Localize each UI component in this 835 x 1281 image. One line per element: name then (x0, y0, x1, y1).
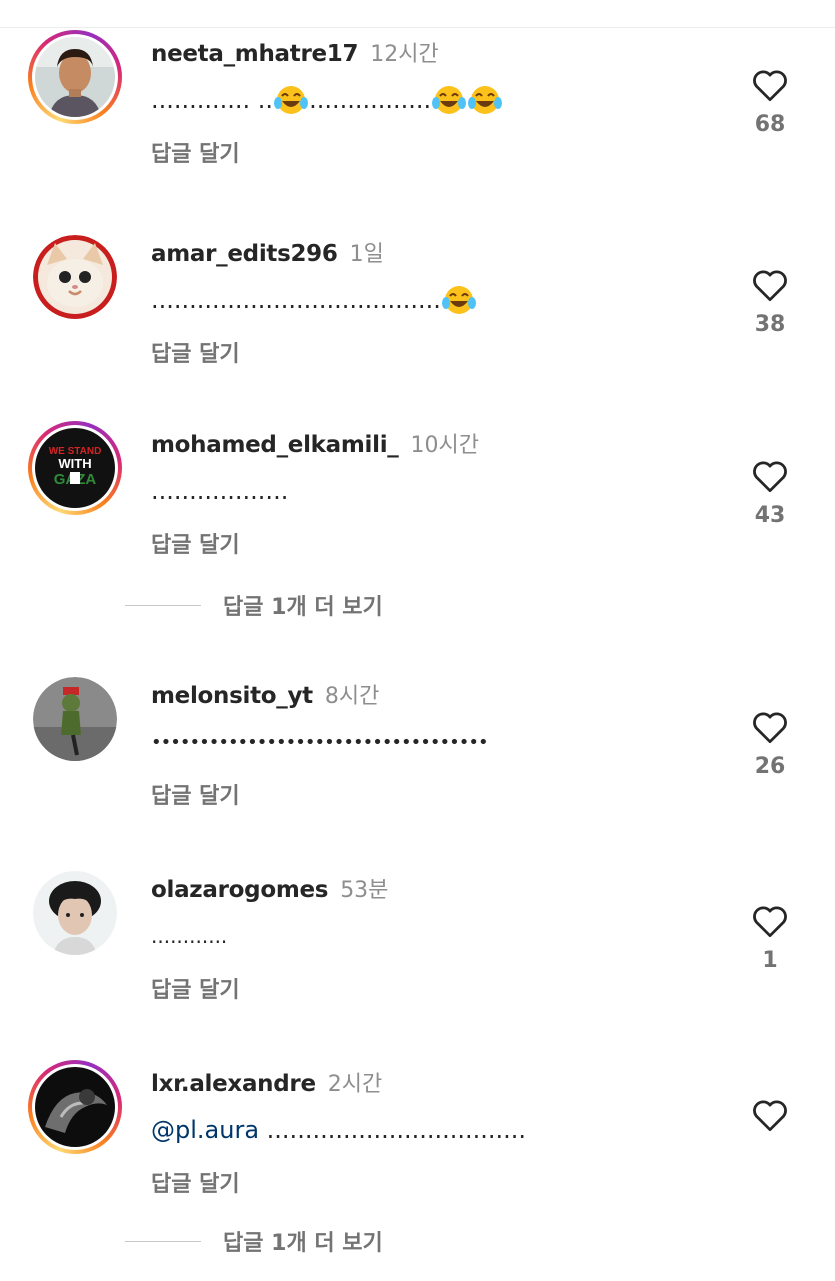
comment-text: ............. .. ................ (151, 82, 503, 118)
timestamp: 1일 (349, 242, 384, 267)
avatar-story-ring[interactable] (28, 1060, 122, 1154)
username[interactable]: neeta_mhatre17 (151, 41, 359, 67)
avatar (35, 37, 115, 117)
view-more-replies-label[interactable]: 답글 1개 더 보기 (223, 1225, 383, 1257)
avatar-wrap[interactable] (28, 230, 122, 324)
heart-outline-icon[interactable] (751, 68, 789, 102)
username[interactable]: olazarogomes (151, 877, 328, 903)
comment-text-segment: ................ (309, 86, 432, 114)
reply-button[interactable]: 답글 달기 (151, 972, 240, 1004)
reply-button[interactable]: 답글 달기 (151, 778, 240, 810)
view-more-replies[interactable]: 답글 1개 더 보기 (0, 585, 835, 625)
comment-text: ............ (151, 918, 227, 954)
comment-item: olazarogomes 53분 ............ 답글 달기 1 (0, 866, 835, 1046)
timestamp: 12시간 (370, 42, 439, 67)
heart-outline-icon[interactable] (751, 710, 789, 744)
heart-outline-icon[interactable] (751, 268, 789, 302)
heart-outline-icon[interactable] (751, 904, 789, 938)
heart-outline-icon[interactable] (751, 1098, 789, 1132)
divider-line (125, 605, 201, 606)
avatar (35, 1067, 115, 1147)
like-count: 68 (754, 112, 786, 137)
comment-item: WE STAND WITH GAZA mohamed_elkamili_ 10시간… (0, 421, 835, 601)
avatar-wrap[interactable] (28, 672, 122, 766)
comments-screen: neeta_mhatre17 12시간 ............. .. ....… (0, 0, 835, 1281)
like-count: 1 (762, 948, 778, 973)
avatar-wrap[interactable] (28, 866, 122, 960)
comment-text: ...................................... (151, 282, 477, 318)
reply-button[interactable]: 답글 달기 (151, 1166, 240, 1198)
divider-line (125, 1241, 201, 1242)
comment-item: neeta_mhatre17 12시간 ............. .. ....… (0, 30, 835, 210)
comment-item: melonsito_yt 8시간 ••••••••••••••••••••••••… (0, 672, 835, 852)
comment-text: @pl.aura ...............................… (151, 1112, 526, 1148)
username[interactable]: melonsito_yt (151, 683, 313, 709)
comment-text-segment: ............ (151, 924, 228, 948)
timestamp: 2시간 (327, 1072, 383, 1097)
comment-text: ••••••••••••••••••••••••••••••••••• (151, 724, 489, 760)
comment-text-segment: ............. .. (151, 86, 274, 114)
view-more-replies-label[interactable]: 답글 1개 더 보기 (223, 589, 383, 621)
like-count: 43 (754, 503, 786, 528)
svg-text:WITH: WITH (58, 456, 91, 471)
timestamp: 8시간 (324, 684, 380, 709)
timestamp: 53분 (340, 878, 389, 903)
view-more-replies[interactable]: 답글 1개 더 보기 (0, 1221, 835, 1261)
comment-text-segment: .................. (151, 477, 289, 505)
username[interactable]: lxr.alexandre (151, 1071, 316, 1097)
heart-outline-icon[interactable] (751, 459, 789, 493)
like-count: 26 (754, 754, 786, 779)
face-with-tears-of-joy-icon (468, 86, 503, 114)
mention-link[interactable]: @pl.aura (151, 1116, 259, 1144)
username[interactable]: amar_edits296 (151, 241, 338, 267)
avatar-story-ring[interactable] (28, 30, 122, 124)
face-with-tears-of-joy-icon (432, 86, 467, 114)
avatar (33, 677, 117, 761)
comment-text-segment: ...................................... (151, 286, 441, 314)
avatar (33, 871, 117, 955)
avatar-story-ring[interactable]: WE STAND WITH GAZA (28, 421, 122, 515)
reply-button[interactable]: 답글 달기 (151, 336, 240, 368)
reply-button[interactable]: 답글 달기 (151, 527, 240, 559)
avatar: WE STAND WITH GAZA (35, 428, 115, 508)
comment-item: amar_edits296 1일 ........................… (0, 230, 835, 410)
comment-item: lxr.alexandre 2시간 @pl.aura ..............… (0, 1060, 835, 1240)
comment-text-segment: ••••••••••••••••••••••••••••••••••• (151, 731, 489, 753)
username[interactable]: mohamed_elkamili_ (151, 432, 399, 458)
reply-button[interactable]: 답글 달기 (151, 136, 240, 168)
avatar (33, 235, 117, 319)
like-count: 38 (754, 312, 786, 337)
face-with-tears-of-joy-icon (274, 86, 309, 114)
timestamp: 10시간 (410, 433, 479, 458)
face-with-tears-of-joy-icon (441, 286, 476, 314)
top-divider (0, 27, 835, 28)
comment-text-segment: .................................. (266, 1116, 527, 1144)
comment-text: .................. (151, 473, 288, 509)
